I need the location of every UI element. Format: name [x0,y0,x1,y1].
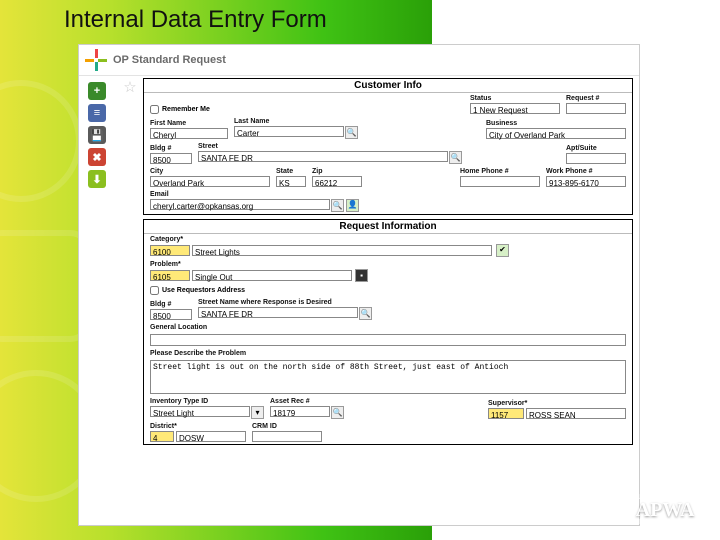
bldg-label: Bldg # [150,145,192,152]
req-street-label: Street Name where Response is Desired [198,299,626,306]
street-field[interactable]: SANTA FE DR [198,151,448,162]
general-location-field[interactable] [150,334,626,346]
request-info-title: Request Information [144,220,632,234]
category-code-field[interactable]: 6100 [150,245,190,256]
status-field[interactable]: 1 New Request [470,103,560,114]
app-header: OP Standard Request [79,45,639,76]
use-requestor-address-checkbox[interactable]: Use Requestors Address [150,286,245,295]
business-label: Business [486,120,626,127]
apt-field[interactable] [566,153,626,164]
district-code-field[interactable]: 4 [150,431,174,442]
problem-desc-label: Please Describe the Problem [150,350,626,357]
remember-me-label: Remember Me [162,106,210,113]
city-label: City [150,168,270,175]
problem-name-field[interactable]: Single Out [192,270,352,281]
category-pick-icon[interactable]: ✔ [496,244,509,257]
left-rail: + ≡ 💾 ✖ ⬇ [79,76,115,524]
lookup-icon[interactable]: 🔍 [331,199,344,212]
email-field[interactable]: cheryl.carter@opkansas.org [150,199,330,210]
crm-id-label: CRM ID [252,423,322,430]
problem-pick-icon[interactable]: ▪ [355,269,368,282]
req-bldg-label: Bldg # [150,301,192,308]
request-num-field[interactable] [566,103,626,114]
business-field[interactable]: City of Overland Park [486,128,626,139]
lookup-icon[interactable]: 🔍 [359,307,372,320]
list-icon[interactable]: ≡ [88,104,106,122]
asset-rec-field[interactable]: 18179 [270,406,330,417]
inventory-type-field[interactable]: Street Light [150,406,250,417]
supervisor-label: Supervisor [488,400,626,407]
work-phone-field[interactable]: 913-895-6170 [546,176,626,187]
crm-id-field[interactable] [252,431,322,442]
app-logo-icon [85,49,107,71]
state-label: State [276,168,306,175]
zip-field[interactable]: 66212 [312,176,362,187]
close-icon[interactable]: ✖ [88,148,106,166]
category-label: Category [150,236,626,243]
supervisor-name-field[interactable]: ROSS SEAN [526,408,626,419]
email-label: Email [150,191,410,198]
home-phone-label: Home Phone # [460,168,540,175]
favorite-star-icon[interactable]: ☆ [121,78,139,96]
branding-logo-text: APWA [632,501,698,519]
lookup-icon[interactable]: 🔍 [345,126,358,139]
save-icon[interactable]: 💾 [88,126,106,144]
app-window: OP Standard Request + ≡ 💾 ✖ ⬇ ☆ Customer… [78,44,640,526]
new-icon[interactable]: + [88,82,106,100]
problem-desc-field[interactable] [150,360,626,394]
apt-label: Apt/Suite [566,145,626,152]
first-name-label: First Name [150,120,228,127]
lookup-icon[interactable]: 🔍 [449,151,462,164]
download-icon[interactable]: ⬇ [88,170,106,188]
chevron-down-icon[interactable]: ▾ [251,406,264,419]
street-label: Street [198,143,462,150]
problem-label: Problem [150,261,626,268]
customer-info-title: Customer Info [144,79,632,93]
asset-rec-label: Asset Rec # [270,398,344,405]
first-name-field[interactable]: Cheryl [150,128,228,139]
remember-me-input[interactable] [150,105,159,114]
branding-line1: PUBLIC WORKS [632,494,698,501]
apwa-branding: PUBLIC WORKS APWA INSTITUTE [632,494,698,526]
req-street-field[interactable]: SANTA FE DR [198,307,358,318]
app-title: OP Standard Request [113,54,226,66]
zip-label: Zip [312,168,362,175]
district-label: District [150,423,246,430]
problem-code-field[interactable]: 6105 [150,270,190,281]
inventory-type-label: Inventory Type ID [150,398,264,405]
status-label: Status [470,95,560,102]
category-name-field[interactable]: Street Lights [192,245,492,256]
last-name-field[interactable]: Carter [234,126,344,137]
use-requestor-address-label: Use Requestors Address [162,287,245,294]
req-bldg-field[interactable]: 8500 [150,309,192,320]
remember-me-checkbox[interactable]: Remember Me [150,105,210,114]
request-num-label: Request # [566,95,626,102]
district-name-field[interactable]: DOSW [176,431,246,442]
home-phone-field[interactable] [460,176,540,187]
contact-add-icon[interactable]: 👤 [346,199,359,212]
state-field[interactable]: KS [276,176,306,187]
lookup-icon[interactable]: 🔍 [331,406,344,419]
city-field[interactable]: Overland Park [150,176,270,187]
general-location-label: General Location [150,324,626,331]
last-name-label: Last Name [234,118,358,125]
request-info-panel: Request Information Category 6100 Street… [143,219,633,445]
work-phone-label: Work Phone # [546,168,626,175]
use-requestor-address-input[interactable] [150,286,159,295]
supervisor-code-field[interactable]: 1157 [488,408,524,419]
page-title: Internal Data Entry Form [64,6,327,34]
customer-info-panel: Customer Info Remember Me Status 1 New R… [143,78,633,215]
bldg-field[interactable]: 8500 [150,153,192,164]
branding-line2: INSTITUTE [632,519,698,526]
